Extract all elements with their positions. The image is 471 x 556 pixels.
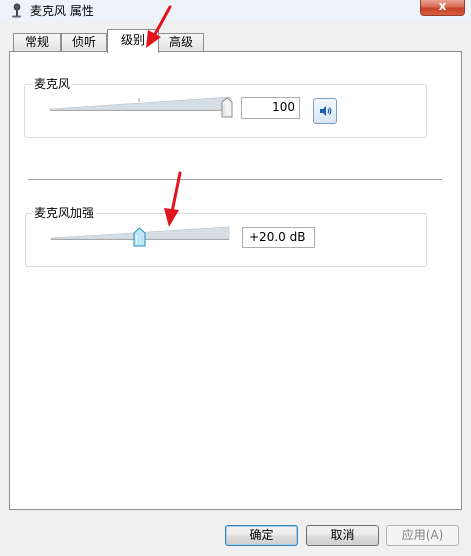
cancel-button[interactable]: 取消	[306, 525, 379, 546]
speaker-icon	[320, 106, 332, 116]
tab-listen[interactable]: 侦听	[61, 33, 107, 52]
cancel-button-label: 取消	[330, 528, 355, 542]
boost-slider-thumb[interactable]	[133, 227, 146, 247]
tab-advanced[interactable]: 高级	[158, 33, 204, 52]
apply-button-label: 应用(A)	[401, 528, 444, 542]
mute-button[interactable]	[313, 98, 337, 124]
microphone-group-label: 麦克风	[32, 77, 73, 91]
boost-level-field[interactable]: +20.0 dB	[242, 227, 315, 248]
tab-levels[interactable]: 级别	[107, 29, 159, 53]
ok-button[interactable]: 确定	[225, 525, 298, 546]
section-divider	[28, 179, 442, 181]
tab-label: 侦听	[71, 35, 96, 49]
boost-level-value: +20.0 dB	[249, 230, 306, 244]
microphone-slider-thumb[interactable]	[221, 97, 233, 118]
boost-group-label: 麦克风加强	[32, 206, 97, 220]
title-bar[interactable]: 麦克风 属性 x	[0, 0, 471, 22]
microphone-slider[interactable]	[48, 96, 234, 118]
tab-general[interactable]: 常规	[13, 33, 61, 52]
window-title: 麦克风 属性	[30, 4, 94, 18]
microphone-level-value: 100	[272, 100, 295, 114]
ok-button-label: 确定	[249, 528, 274, 542]
close-button[interactable]: x	[420, 0, 465, 16]
apply-button[interactable]: 应用(A)	[386, 525, 459, 546]
microphone-level-field[interactable]: 100	[241, 97, 300, 119]
tab-label: 常规	[24, 35, 49, 49]
tab-label: 高级	[168, 35, 193, 49]
tab-label: 级别	[120, 33, 145, 47]
close-icon: x	[438, 0, 447, 13]
microphone-icon	[12, 3, 21, 18]
